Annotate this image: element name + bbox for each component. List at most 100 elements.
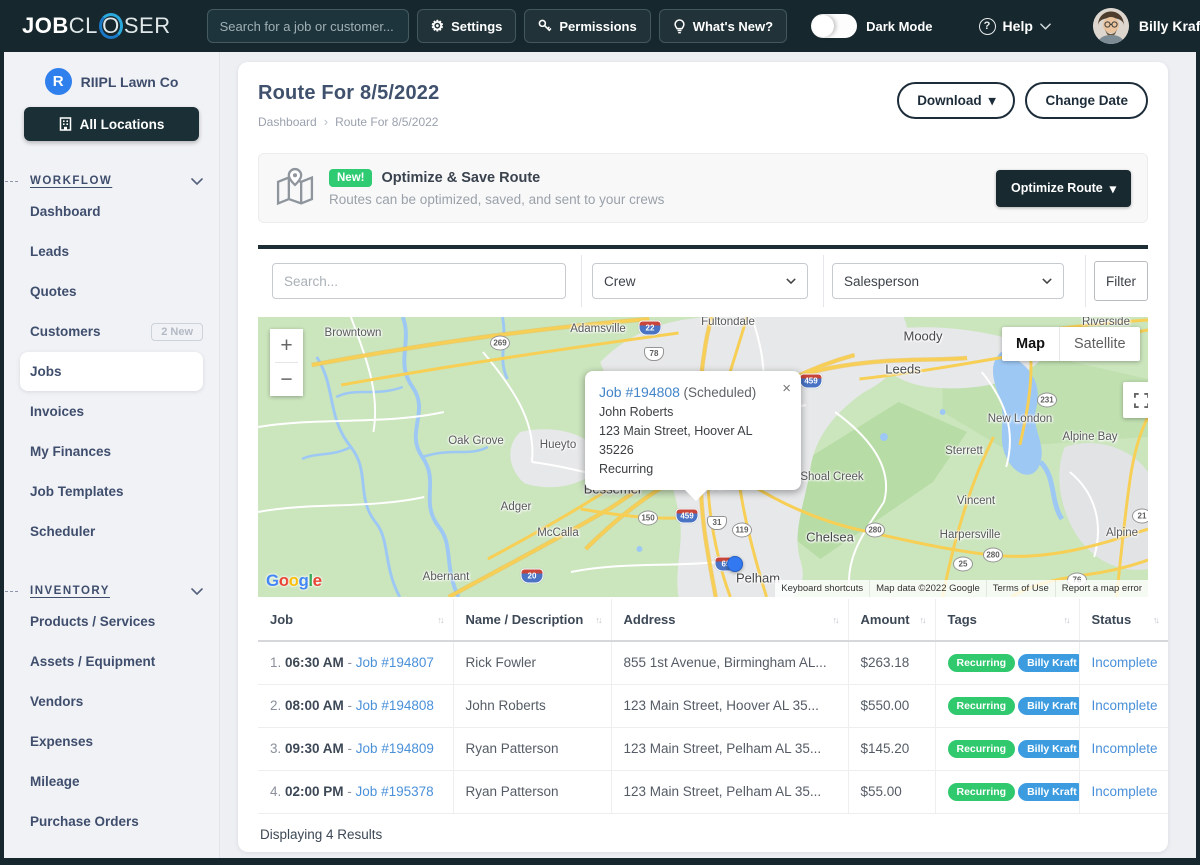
sidebar-item-vendors[interactable]: Vendors [4,682,219,721]
company-row[interactable]: R RIIPL Lawn Co [4,68,219,95]
job-link[interactable]: Job #194809 [356,741,434,756]
sidebar: R RIIPL Lawn Co All Locations WORKFLOW Da… [4,52,220,858]
sidebar-item-mileage[interactable]: Mileage [4,762,219,801]
breadcrumb-item[interactable]: Dashboard [258,115,317,129]
map-marker[interactable] [727,556,743,572]
sort-icon[interactable]: ↑↓ [596,615,601,625]
tag-assignee[interactable]: Billy Kraft [1018,654,1079,672]
close-icon[interactable]: × [782,378,791,401]
zoom-in-button[interactable]: + [270,329,303,362]
sidebar-item-jobs[interactable]: Jobs [20,352,203,391]
sidebar-section-title: WORKFLOW [30,175,112,187]
column-header-job[interactable]: Job↑↓ [258,599,453,641]
sidebar-item-label: Dashboard [30,204,101,219]
column-header-label: Name / Description [466,612,584,627]
job-link[interactable]: Job #194808 [356,698,434,713]
tag-recurring[interactable]: Recurring [948,697,1016,715]
sidebar-item-label: Expenses [30,734,93,749]
map-place-label: McCalla [537,527,579,539]
status-link[interactable]: Incomplete [1092,698,1158,713]
map-type-map[interactable]: Map [1002,327,1059,361]
column-header-address[interactable]: Address↑↓ [611,599,848,641]
tag-recurring[interactable]: Recurring [948,740,1016,758]
sidebar-item-invoices[interactable]: Invoices [4,392,219,431]
sort-icon[interactable]: ↑↓ [438,615,443,625]
sidebar-item-customers[interactable]: Customers2 New [4,312,219,351]
sidebar-item-job-templates[interactable]: Job Templates [4,472,219,511]
google-logo[interactable]: Google [266,571,322,591]
column-header-tags[interactable]: Tags↑↓ [935,599,1079,641]
zoom-out-button[interactable]: − [270,363,303,396]
job-link[interactable]: Job #195378 [356,784,434,799]
sort-icon[interactable]: ↑↓ [1064,615,1069,625]
crew-select-value: Crew [604,274,636,289]
status-link[interactable]: Incomplete [1092,784,1158,799]
tag-recurring[interactable]: Recurring [948,654,1016,672]
map-place-label: Alpine Bay [1063,431,1118,443]
section-dash-icon [4,181,18,182]
tag-assignee[interactable]: Billy Kraft [1018,697,1079,715]
salesperson-select-value: Salesperson [844,274,919,289]
all-locations-button[interactable]: All Locations [24,107,199,141]
sidebar-item-assets-equipment[interactable]: Assets / Equipment [4,642,219,681]
sidebar-item-leads[interactable]: Leads [4,232,219,271]
whats-new-button[interactable]: What's New? [659,9,787,43]
status-link[interactable]: Incomplete [1092,741,1158,756]
sort-icon[interactable]: ↑↓ [920,615,925,625]
job-tags: RecurringBilly Kraft [935,727,1079,770]
tag-assignee[interactable]: Billy Kraft [1018,783,1079,801]
sidebar-item-quotes[interactable]: Quotes [4,272,219,311]
global-search-input[interactable] [207,9,409,43]
settings-button[interactable]: ⚙ Settings [417,9,517,43]
sort-icon[interactable]: ↑↓ [833,615,838,625]
job-name: Ryan Patterson [453,770,611,813]
tag-assignee[interactable]: Billy Kraft [1018,740,1079,758]
sidebar-item-expenses[interactable]: Expenses [4,722,219,761]
job-tags: RecurringBilly Kraft [935,770,1079,813]
dark-mode-label: Dark Mode [866,19,932,34]
map-attribution-item[interactable]: Terms of Use [986,580,1055,597]
divider [1085,255,1086,307]
help-menu[interactable]: ? Help [979,18,1051,35]
job-time: 08:00 AM [285,698,344,713]
sidebar-item-scheduler[interactable]: Scheduler [4,512,219,551]
sidebar-item-products-services[interactable]: Products / Services [4,602,219,641]
status-link[interactable]: Incomplete [1092,655,1158,670]
row-index: 4. [270,784,285,799]
all-locations-label: All Locations [80,117,165,132]
sort-icon[interactable]: ↑↓ [1153,615,1158,625]
new-badge: New! [329,169,372,187]
user-menu[interactable]: Billy Kraft [1093,8,1200,44]
optimize-route-button[interactable]: Optimize Route ▾ [996,170,1131,207]
jobs-table: Job↑↓Name / Description↑↓Address↑↓Amount… [258,599,1168,814]
sidebar-item-dashboard[interactable]: Dashboard [4,192,219,231]
sidebar-section-inventory[interactable]: INVENTORY [4,581,219,601]
app-logo[interactable]: JOBCLOSER [22,13,171,39]
route-map[interactable]: BrowntownAdamsvilleFultondaleMoodyLeedsR… [258,317,1148,597]
column-header-amount[interactable]: Amount↑↓ [848,599,935,641]
main-content: Route For 8/5/2022 Dashboard›Route For 8… [220,52,1196,858]
column-header-status[interactable]: Status↑↓ [1079,599,1168,641]
tag-recurring[interactable]: Recurring [948,783,1016,801]
job-link[interactable]: Job #194807 [356,655,434,670]
sidebar-item-my-finances[interactable]: My Finances [4,432,219,471]
route-search-input[interactable] [272,263,566,299]
map-attribution-item[interactable]: Report a map error [1055,580,1148,597]
download-button[interactable]: Download ▾ [897,82,1015,119]
sidebar-item-label: Quotes [30,284,77,299]
chevron-down-icon [1042,278,1052,284]
dark-mode-toggle[interactable] [811,14,857,38]
permissions-button[interactable]: Permissions [524,9,650,43]
map-attribution-item[interactable]: Keyboard shortcuts [774,580,869,597]
map-attribution-item[interactable]: Map data ©2022 Google [869,580,986,597]
info-job-link[interactable]: Job #194808 [599,384,680,400]
salesperson-select[interactable]: Salesperson [832,263,1064,299]
change-date-button[interactable]: Change Date [1025,82,1148,119]
sidebar-section-workflow[interactable]: WORKFLOW [4,171,219,191]
crew-select[interactable]: Crew [592,263,808,299]
column-header-name-description[interactable]: Name / Description ↑↓ [453,599,611,641]
fullscreen-button[interactable] [1123,382,1148,418]
filter-button[interactable]: Filter [1094,261,1148,301]
map-type-satellite[interactable]: Satellite [1059,327,1140,361]
sidebar-item-purchase-orders[interactable]: Purchase Orders [4,802,219,841]
